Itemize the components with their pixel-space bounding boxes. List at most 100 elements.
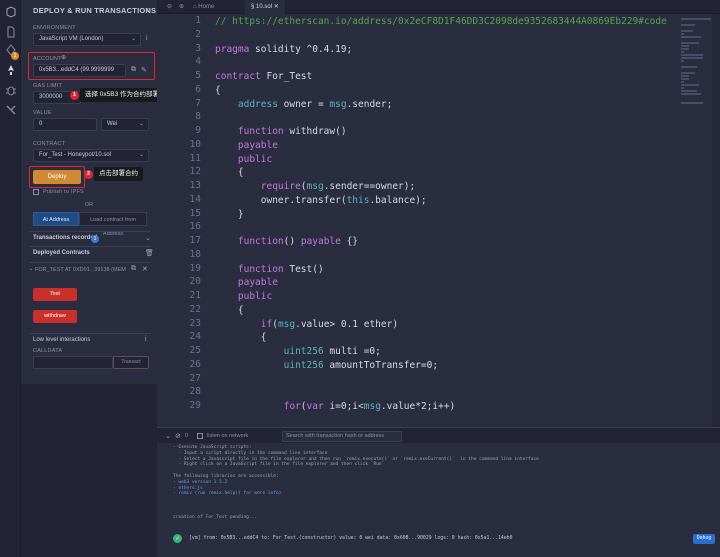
close-icon[interactable]: ✕ [274, 4, 279, 10]
contract-select[interactable]: For_Test - Honeypot/10.sol ⌄ [33, 149, 149, 162]
clear-icon[interactable]: ⊘ [175, 432, 181, 440]
code-content[interactable]: // https://etherscan.io/address/0x2eCF8D… [215, 14, 667, 427]
contract-value: For_Test - Honeypot/10.sol [39, 152, 112, 158]
test-function-button[interactable]: Test [33, 288, 77, 301]
code-text: multi =0; [323, 346, 381, 357]
account-value: 0x5B3...eddC4 (99.9999999 [39, 67, 115, 73]
gas-limit-value: 3000000 [39, 94, 63, 100]
plugin-icon[interactable] [4, 104, 17, 117]
code-global: msg [363, 401, 381, 412]
code-keyword: contract [215, 71, 261, 82]
code-keyword: for [215, 401, 301, 412]
close-icon[interactable]: ✕ [142, 265, 148, 273]
minimap-line [681, 42, 699, 44]
listen-label: listen on network [207, 433, 249, 439]
withdraw-function-button[interactable]: withdraw [33, 310, 77, 323]
icon-bar: 1 [0, 0, 21, 557]
trash-icon[interactable]: 🗑 [145, 249, 154, 257]
at-address-button[interactable]: At Address [33, 212, 79, 226]
chevron-down-icon[interactable]: ⌄ [29, 266, 33, 272]
code-text: { [215, 304, 244, 316]
account-select[interactable]: 0x5B3...eddC4 (99.9999999 [33, 64, 126, 77]
terminal-search-input[interactable]: Search with transaction hash or address [282, 431, 402, 442]
environment-select[interactable]: JavaScript VM (London) ⌄ [33, 33, 141, 46]
info-icon[interactable]: i [145, 336, 147, 343]
copy-icon[interactable]: ⧉ [131, 265, 136, 273]
code-keyword: function [215, 263, 284, 275]
remix-logo-icon[interactable] [4, 6, 17, 19]
line-number: 18 [189, 248, 201, 260]
home-tab[interactable]: ⌂ Home [193, 0, 214, 14]
listen-checkbox[interactable] [197, 433, 203, 439]
terminal-header: ⌄ ⊘ 0 listen on network Search with tran… [157, 427, 720, 443]
code-text: owner = [277, 98, 330, 110]
code-keyword: payable [215, 277, 278, 289]
line-number: 29 [189, 400, 201, 411]
editor-tab-bar: ⊖ ⊕ ⌂ Home § 10.sol ✕ [157, 0, 720, 14]
plus-icon[interactable]: ⊕ [61, 54, 66, 61]
deploy-panel: DEPLOY & RUN TRANSACTIONS ≡ ENVIRONMENT … [21, 0, 157, 384]
code-text: { [215, 84, 221, 96]
minimap-line [681, 18, 711, 20]
deploy-icon[interactable] [4, 64, 17, 77]
value-label: VALUE [33, 110, 52, 116]
environment-value: JavaScript VM (London) [39, 36, 104, 42]
code-keyword: var [306, 401, 324, 412]
edit-icon[interactable]: ✎ [141, 66, 147, 74]
code-line-10: payable [215, 139, 278, 152]
panel-empty-area [21, 384, 157, 557]
minimap-line [681, 60, 684, 62]
copy-icon[interactable]: ⧉ [131, 66, 136, 74]
line-number: 13 [189, 180, 201, 191]
divider [29, 262, 151, 263]
load-contract-input[interactable]: Load contract from Address [79, 212, 147, 237]
code-global: msg [277, 318, 296, 330]
chevron-down-icon[interactable]: ⌄ [145, 234, 151, 242]
line-gutter: 1 2 3 4 5 6 7 8 9 10 11 12 13 14 15 16 17 18 19 20 21 22 23 24 2… [157, 14, 207, 427]
doc-icon[interactable]: ≡ [146, 6, 154, 15]
deploy-button[interactable]: Deploy [33, 170, 81, 184]
transaction-row[interactable]: ✓ [vm] from: 0x5B3...eddC4 to: For_Test.… [157, 533, 720, 545]
zoom-out-icon[interactable]: ⊖ [167, 0, 172, 14]
code-editor[interactable]: 1 2 3 4 5 6 7 8 9 10 11 12 13 14 15 16 17 18 19 20 21 22 23 24 2… [157, 14, 720, 427]
minimap-line [681, 24, 695, 26]
line-number: 4 [195, 56, 201, 68]
terminal-line: - Right click on a JavaScript file in th… [173, 462, 385, 468]
code-text: } [215, 208, 244, 220]
zoom-in-icon[interactable]: ⊕ [179, 0, 184, 14]
code-text: { [215, 167, 244, 179]
file-tab[interactable]: § 10.sol ✕ [245, 0, 285, 14]
minimap-line [681, 93, 701, 95]
code-line-1: // https://etherscan.io/address/0x2eCF8D… [215, 15, 667, 28]
debug-icon[interactable] [4, 84, 17, 97]
contract-instance-label[interactable]: FOR_TEST AT 0XD91...39138 (MEM [35, 264, 127, 276]
deployed-contracts-label: Deployed Contracts [33, 250, 90, 256]
chevron-down-icon[interactable]: ⌄ [165, 432, 171, 440]
line-number: 11 [189, 152, 201, 164]
value-input[interactable]: 0 [33, 118, 97, 131]
transact-button[interactable]: Transact [113, 356, 149, 369]
minimap-line [681, 84, 699, 86]
minimap-line [681, 45, 689, 47]
code-text: solidity ^0.4.19; [249, 43, 353, 55]
transactions-recorded-label[interactable]: Transactions recorded [33, 235, 97, 241]
code-global: msg [329, 98, 347, 110]
code-text: .balance); [369, 194, 427, 206]
line-number: 26 [189, 358, 201, 370]
minimap-line [681, 75, 689, 77]
environment-label: ENVIRONMENT [33, 25, 76, 31]
terminal-search-placeholder: Search with transaction hash or address [286, 433, 385, 439]
calldata-input[interactable] [33, 356, 113, 369]
line-number: 21 [189, 290, 201, 301]
info-icon[interactable]: i [146, 35, 148, 42]
value-unit-select[interactable]: Wei ⌄ [101, 118, 149, 131]
publish-checkbox[interactable] [33, 189, 39, 195]
editor-scrollbar[interactable] [712, 14, 720, 427]
debug-button[interactable]: Debug [693, 534, 715, 544]
line-number: 8 [195, 111, 201, 123]
file-explorer-icon[interactable] [4, 26, 17, 39]
file-tab-label: 10.sol [256, 4, 273, 10]
line-number: 9 [195, 125, 201, 136]
line-number: 5 [195, 70, 201, 81]
minimap-line [681, 57, 703, 59]
